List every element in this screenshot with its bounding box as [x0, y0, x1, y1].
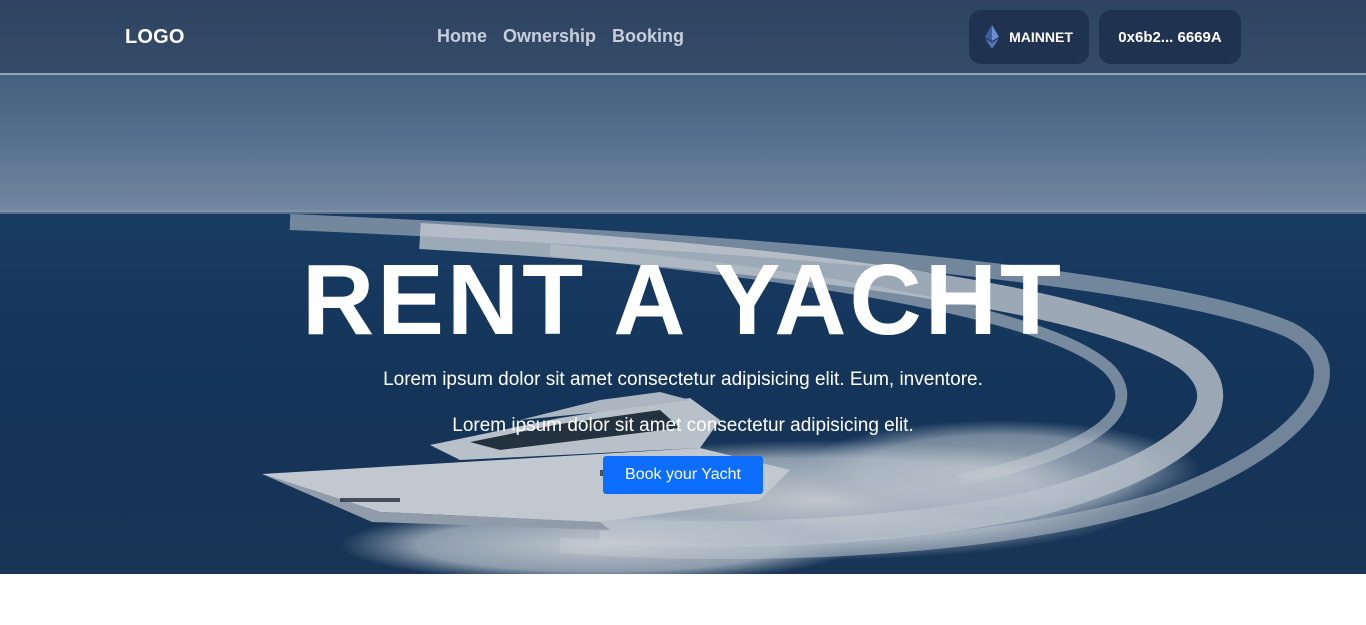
wallet-address: 0x6b2... 6669A — [1118, 28, 1222, 46]
nav-link-ownership[interactable]: Ownership — [503, 26, 596, 47]
network-selector-button[interactable]: MAINNET — [969, 10, 1089, 64]
nav-link-booking[interactable]: Booking — [612, 26, 684, 47]
wallet-address-button[interactable]: 0x6b2... 6669A — [1099, 10, 1241, 64]
hero-subtitle: Lorem ipsum dolor sit amet consectetur a… — [383, 369, 983, 390]
network-label: MAINNET — [1009, 29, 1073, 45]
hero-title: RENT A YACHT — [301, 244, 1065, 356]
ethereum-icon — [985, 25, 1000, 49]
hero-subtitle-secondary: Lorem ipsum dolor sit amet consectetur a… — [452, 415, 914, 436]
nav-links: Home Ownership Booking — [437, 26, 684, 47]
top-navbar: LOGO Home Ownership Booking MAINNET 0x6b… — [0, 0, 1366, 75]
book-yacht-button[interactable]: Book your Yacht — [603, 456, 763, 494]
nav-link-home[interactable]: Home — [437, 26, 487, 47]
logo[interactable]: LOGO — [125, 26, 185, 49]
